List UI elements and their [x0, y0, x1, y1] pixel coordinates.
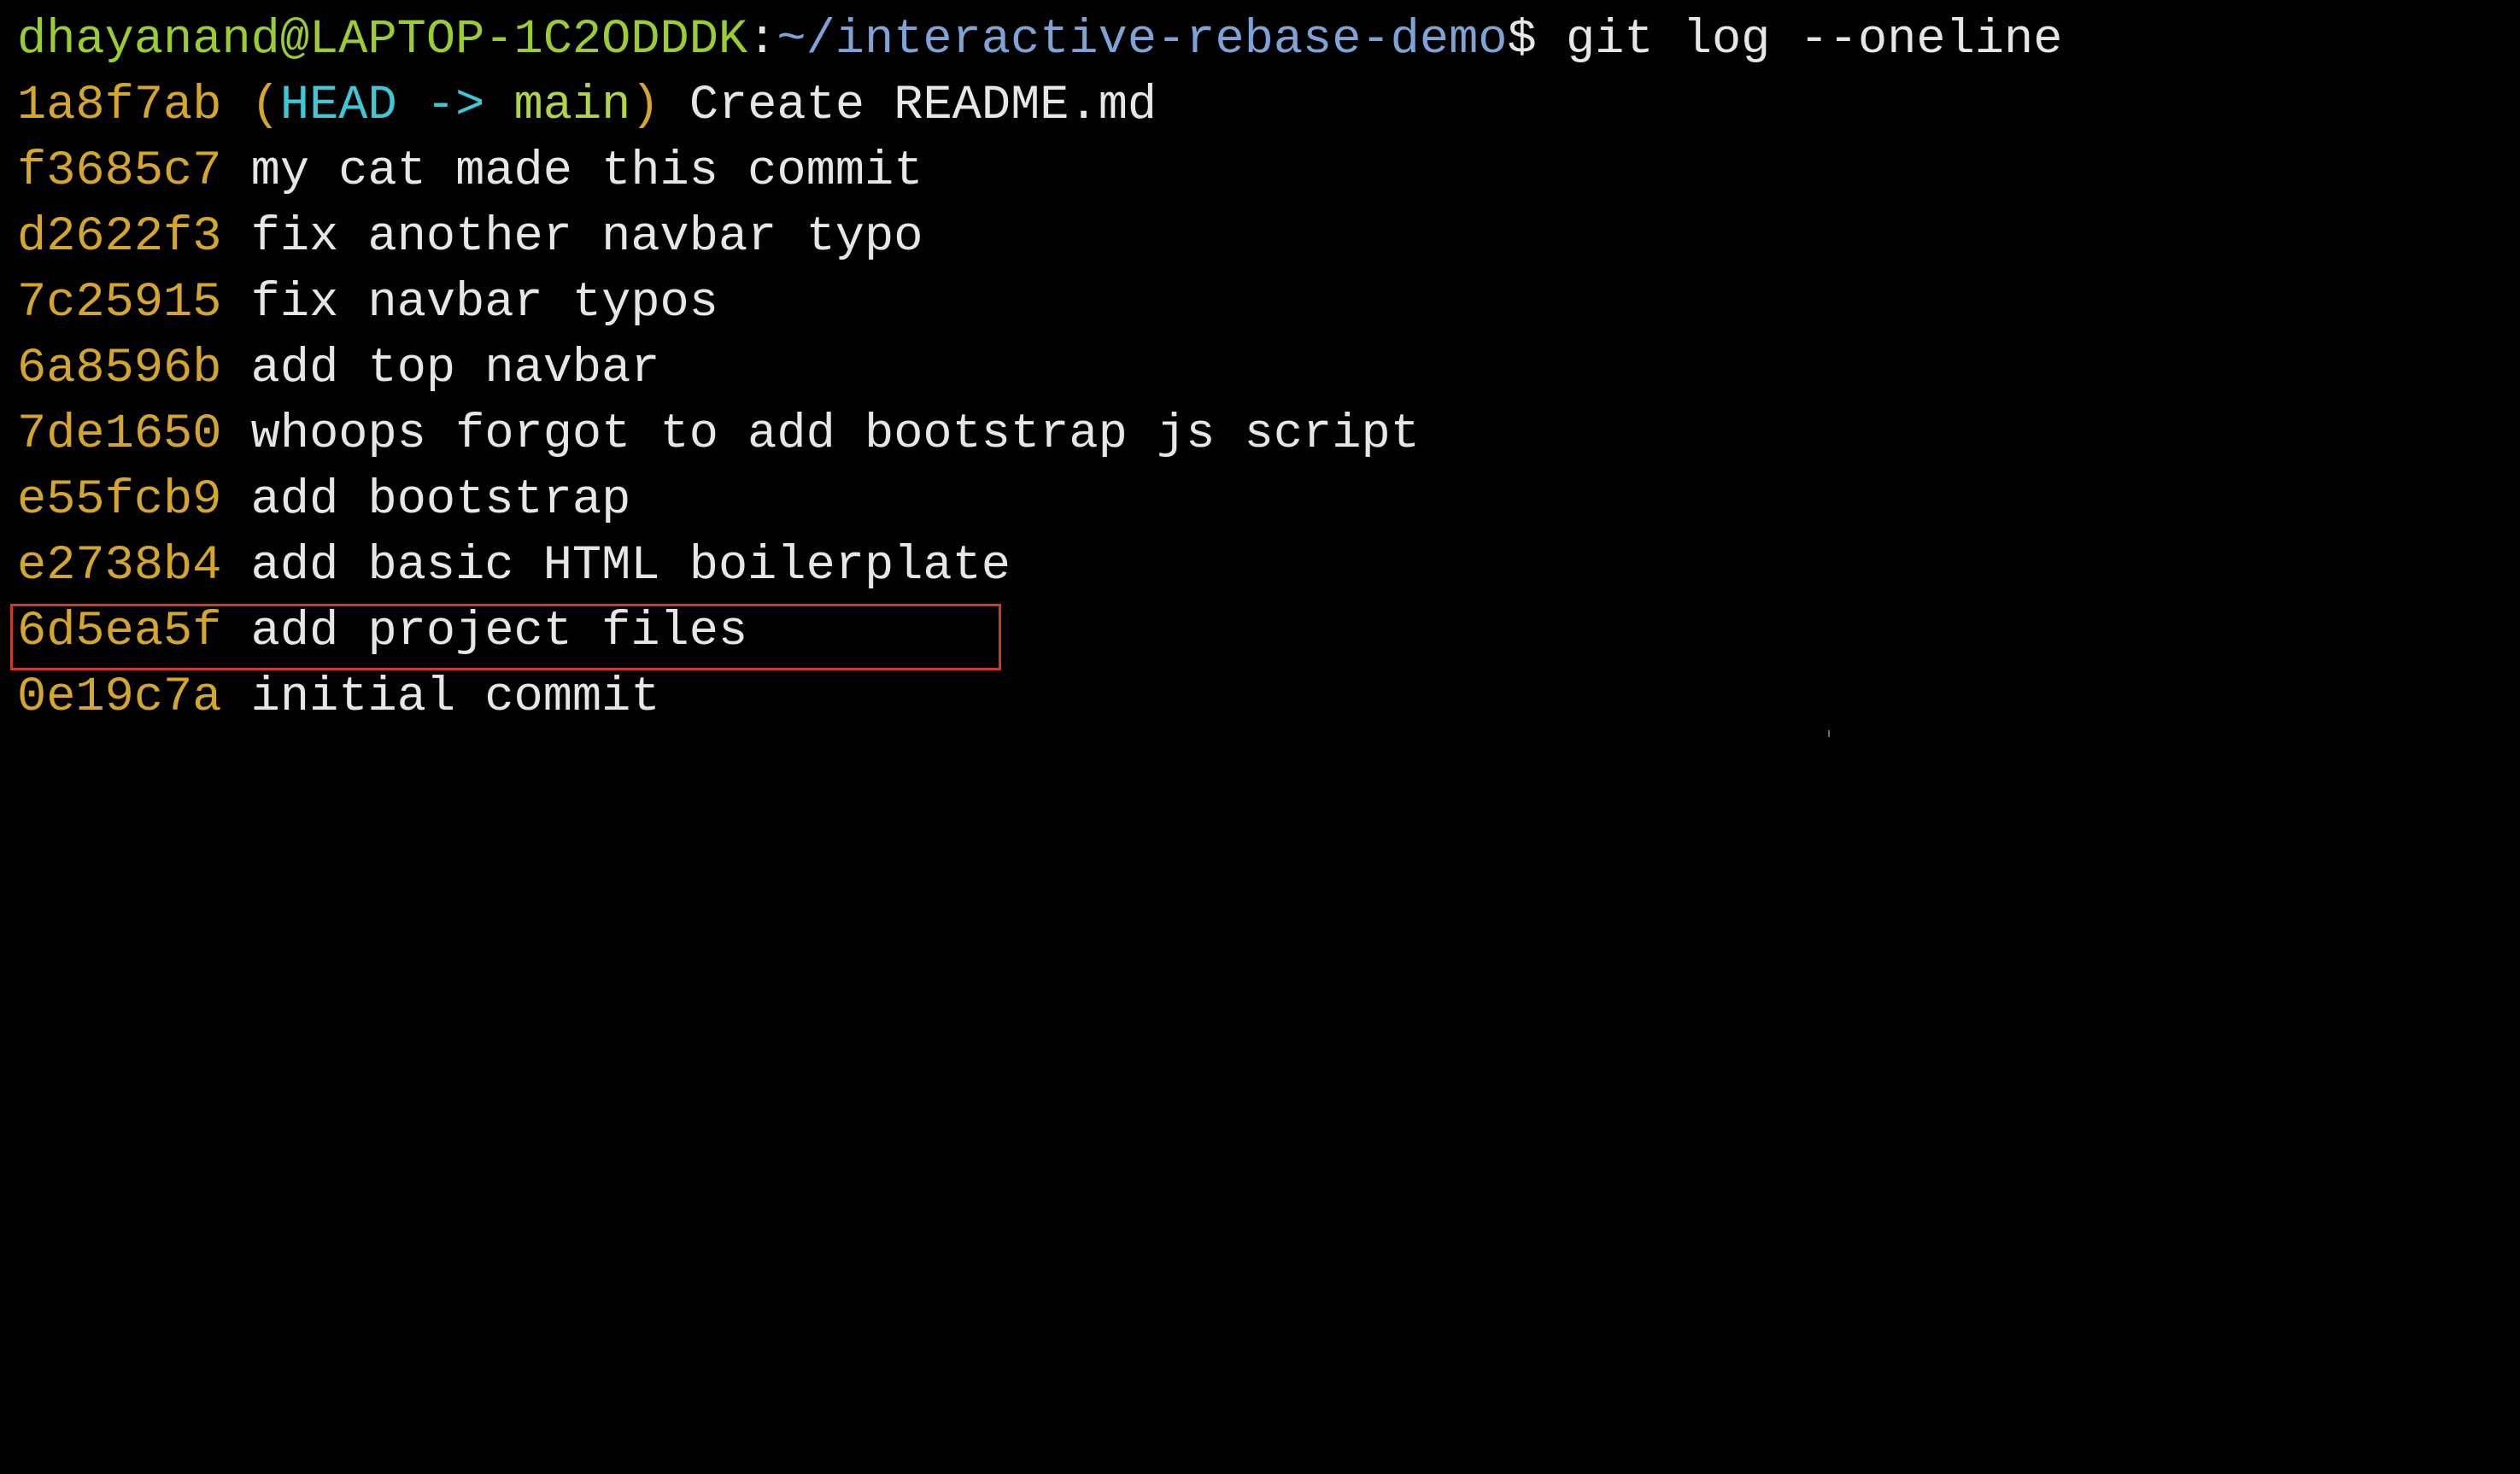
- log-line: 7de1650 whoops forgot to add bootstrap j…: [17, 402, 1420, 468]
- ref-close-paren: ): [630, 79, 660, 133]
- highlight-annotation-box: [10, 604, 1001, 670]
- prompt-path: ~/interactive-rebase-demo: [777, 13, 1508, 67]
- commit-hash: 6a8596b: [17, 342, 222, 396]
- commit-message: add basic HTML boilerplate: [250, 539, 1011, 594]
- commit-message: add top navbar: [250, 342, 660, 396]
- log-line: 1a8f7ab (HEAD -> main) Create README.md: [17, 73, 1157, 139]
- log-line: 6a8596b add top navbar: [17, 336, 660, 402]
- commit-hash: f3685c7: [17, 144, 222, 199]
- log-line: 7c25915 fix navbar typos: [17, 271, 718, 336]
- commit-hash: e55fcb9: [17, 473, 222, 528]
- commit-hash: 0e19c7a: [17, 670, 222, 725]
- ref-branch: main: [513, 79, 631, 133]
- log-line: e55fcb9 add bootstrap: [17, 468, 630, 534]
- commit-hash: d2622f3: [17, 210, 222, 265]
- commit-message: fix another navbar typo: [250, 210, 923, 265]
- commit-hash: 1a8f7ab: [17, 79, 222, 133]
- ref-open-paren: (: [250, 79, 280, 133]
- commit-hash: 7c25915: [17, 276, 222, 330]
- terminal-window[interactable]: dhayanand@LAPTOP-1C2ODDDK:~/interactive-…: [0, 0, 2520, 737]
- commit-message: my cat made this commit: [250, 144, 923, 199]
- commit-message: fix navbar typos: [250, 276, 718, 330]
- commit-message: add bootstrap: [250, 473, 631, 528]
- commit-message: initial commit: [250, 670, 660, 725]
- log-line: f3685c7 my cat made this commit: [17, 139, 923, 205]
- prompt-separator: :: [747, 13, 777, 67]
- log-line: e2738b4 add basic HTML boilerplate: [17, 534, 1011, 600]
- commit-hash: e2738b4: [17, 539, 222, 594]
- ref-head: HEAD ->: [279, 79, 514, 133]
- mouse-cursor-mark: [1828, 730, 1830, 737]
- prompt-user-host: dhayanand@LAPTOP-1C2ODDDK: [17, 13, 748, 67]
- commit-message: whoops forgot to add bootstrap js script: [250, 407, 1420, 462]
- prompt-line: dhayanand@LAPTOP-1C2ODDDK:~/interactive-…: [17, 8, 2062, 73]
- commit-hash: 7de1650: [17, 407, 222, 462]
- log-line: d2622f3 fix another navbar typo: [17, 205, 923, 271]
- commit-message: Create README.md: [689, 79, 1157, 133]
- log-line: 0e19c7a initial commit: [17, 665, 660, 731]
- command-text: git log --oneline: [1565, 13, 2063, 67]
- prompt-symbol: $: [1507, 13, 1537, 67]
